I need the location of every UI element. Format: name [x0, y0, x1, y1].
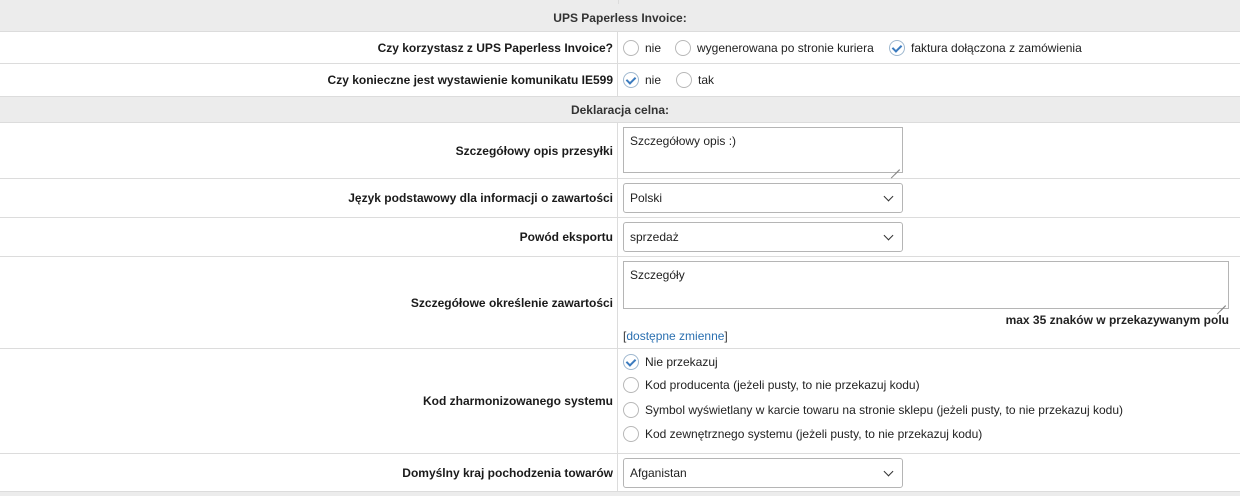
field-label: Czy korzystasz z UPS Paperless Invoice?	[377, 40, 613, 55]
row-paperless-invoice: Czy korzystasz z UPS Paperless Invoice? …	[0, 32, 1240, 64]
radio-ie599-nie[interactable]: nie	[623, 72, 661, 88]
row-origin-country: Domyślny kraj pochodzenia towarów Afgani…	[0, 454, 1240, 492]
section-title: Deklaracja celna:	[570, 102, 670, 117]
section-header-customs: Deklaracja celna:	[0, 97, 1240, 123]
resize-grip-icon[interactable]	[1216, 296, 1226, 306]
field-label: Domyślny kraj pochodzenia towarów	[402, 465, 613, 480]
radio-hs-producer[interactable]: Kod producenta (jeżeli pusty, to nie prz…	[623, 377, 920, 393]
radio-circle[interactable]	[623, 39, 639, 56]
origin-country-select[interactable]: Afganistan	[623, 458, 903, 488]
radio-circle-checked[interactable]	[623, 354, 639, 370]
row-content-details: Szczegółowe określenie zawartości Szczeg…	[0, 257, 1240, 349]
field-label: Czy konieczne jest wystawienie komunikat…	[327, 73, 613, 87]
shipment-description-textarea[interactable]: Szczegółowy opis :)	[623, 127, 903, 173]
row-export-reason: Powód eksportu sprzedaż	[0, 218, 1240, 257]
radio-paperless-order-invoice[interactable]: faktura dołączona z zamówienia	[889, 39, 1082, 56]
radio-circle[interactable]	[623, 377, 639, 393]
row-ie599: Czy konieczne jest wystawienie komunikat…	[0, 64, 1240, 97]
export-reason-select[interactable]: sprzedaż	[623, 222, 903, 252]
section-header-ups-paperless: UPS Paperless Invoice:	[0, 4, 1240, 32]
content-details-textarea[interactable]: Szczegóły	[623, 261, 1229, 309]
row-language: Język podstawowy dla informacji o zawart…	[0, 179, 1240, 218]
available-variables-link[interactable]: dostępne zmienne	[626, 329, 724, 343]
chevron-down-icon	[883, 230, 894, 240]
bottom-strip	[0, 492, 1240, 496]
row-hs-code: Kod zharmonizowanego systemu Nie przekaz…	[0, 349, 1240, 454]
row-shipment-description: Szczegółowy opis przesyłki Szczegółowy o…	[0, 123, 1240, 179]
resize-grip-icon[interactable]	[890, 160, 900, 170]
variables-link-wrapper: [dostępne zmienne]	[623, 329, 728, 343]
radio-paperless-courier[interactable]: wygenerowana po stronie kuriera	[675, 39, 874, 56]
chevron-down-icon	[883, 466, 894, 476]
field-label: Kod zharmonizowanego systemu	[422, 394, 613, 408]
radio-circle-checked[interactable]	[889, 39, 905, 56]
field-label: Szczegółowy opis przesyłki	[455, 143, 613, 158]
radio-circle-checked[interactable]	[623, 72, 639, 88]
radio-circle[interactable]	[676, 72, 692, 88]
form-container: UPS Paperless Invoice: Czy korzystasz z …	[0, 0, 1240, 496]
field-label: Język podstawowy dla informacji o zawart…	[348, 191, 613, 205]
radio-hs-none[interactable]: Nie przekazuj	[623, 354, 718, 370]
field-label: Szczegółowe określenie zawartości	[410, 295, 613, 310]
radio-circle[interactable]	[623, 402, 639, 418]
section-title: UPS Paperless Invoice:	[553, 10, 687, 25]
char-limit-hint: max 35 znaków w przekazywanym polu	[1005, 313, 1229, 327]
radio-circle[interactable]	[623, 426, 639, 442]
radio-hs-symbol[interactable]: Symbol wyświetlany w karcie towaru na st…	[623, 402, 1123, 418]
field-label: Powód eksportu	[519, 230, 613, 244]
radio-hs-external[interactable]: Kod zewnętrznego systemu (jeżeli pusty, …	[623, 426, 982, 442]
radio-ie599-tak[interactable]: tak	[676, 72, 714, 88]
radio-paperless-nie[interactable]: nie	[623, 39, 661, 56]
language-select[interactable]: Polski	[623, 183, 903, 213]
chevron-down-icon	[883, 191, 894, 201]
radio-circle[interactable]	[675, 39, 691, 56]
